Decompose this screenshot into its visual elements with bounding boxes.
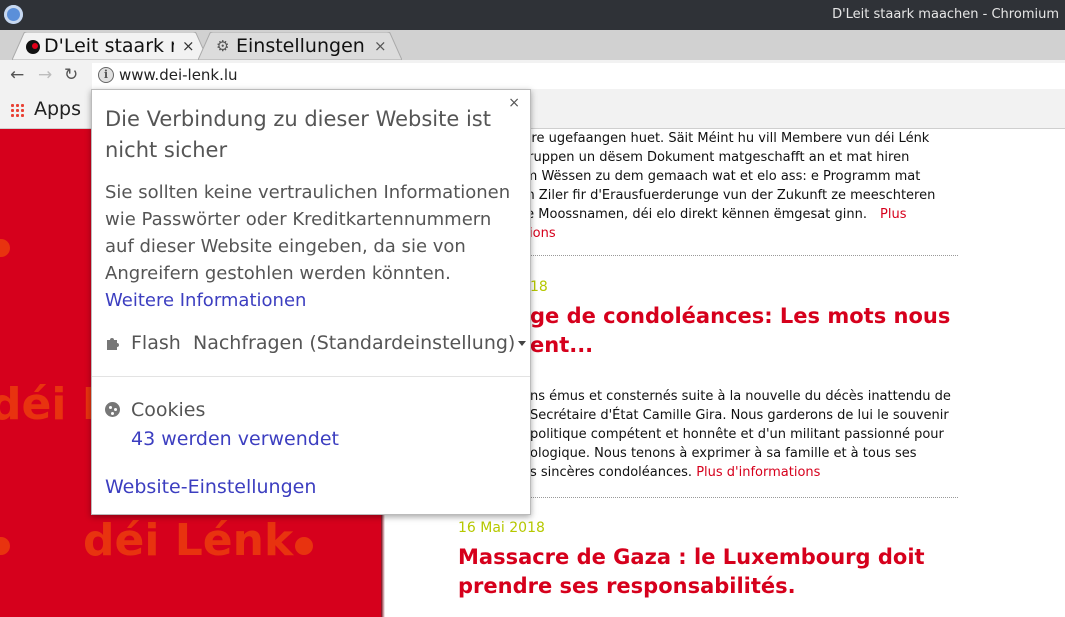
logo-dot-icon	[0, 537, 10, 555]
apps-bookmark[interactable]: Apps	[34, 98, 81, 120]
article-headline[interactable]: ge de condoléances: Les mots nous ent...	[530, 302, 950, 360]
tab-einstellungen[interactable]: ⚙ Einstellungen ×	[198, 32, 402, 60]
url-text[interactable]: www.dei-lenk.lu	[119, 66, 238, 84]
article-headline[interactable]: Massacre de Gaza : le Luxembourg doit pr…	[458, 543, 925, 601]
flash-permission-select[interactable]: Nachfragen (Standardeinstellung)	[193, 332, 527, 354]
forward-button[interactable]: →	[38, 65, 52, 85]
chromium-logo-icon	[4, 5, 23, 24]
headline-line[interactable]: ent...	[530, 331, 950, 360]
cookies-row: Cookies 43 werden verwendet	[105, 398, 520, 454]
tab-dei-lenk[interactable]: D'Leit staark maachen ×	[12, 32, 208, 60]
address-bar[interactable]: i www.dei-lenk.lu	[92, 63, 1065, 89]
tab-label: D'Leit staark maachen	[44, 35, 174, 57]
site-settings-link[interactable]: Website-Einstellungen	[105, 476, 316, 498]
text-line: ns émus et consternés suite à la nouvell…	[530, 389, 951, 404]
warning-text: Sie sollten keine vertraulichen Informat…	[105, 182, 511, 284]
more-link[interactable]: Plus d'informations	[696, 465, 820, 480]
headline-line[interactable]: ge de condoléances: Les mots nous	[530, 302, 950, 331]
article-date: 16 Mai 2018	[458, 520, 545, 536]
tab-close-icon[interactable]: ×	[374, 37, 387, 55]
popup-description: Sie sollten keine vertraulichen Informat…	[105, 179, 520, 314]
logo-dot-icon	[0, 239, 10, 257]
apps-grid-icon[interactable]	[10, 103, 24, 117]
more-info-link[interactable]: Weitere Informationen	[105, 290, 306, 311]
tab-close-icon[interactable]: ×	[182, 37, 195, 55]
headline-line[interactable]: prendre ses responsabilités.	[458, 572, 925, 601]
browser-toolbar: ← → ↻ i www.dei-lenk.lu	[0, 60, 1065, 92]
reload-button[interactable]: ↻	[64, 65, 78, 85]
tab-strip: D'Leit staark maachen × ⚙ Einstellungen …	[0, 30, 1065, 83]
site-info-popup: × Die Verbindung zu dieser Website ist n…	[91, 89, 531, 515]
dei-lenk-favicon-icon	[26, 40, 40, 54]
article-date: 18	[530, 279, 548, 295]
tab-label: Einstellungen	[236, 35, 365, 57]
text-line: ologique. Nous tenons à exprimer à sa fa…	[530, 446, 917, 461]
cookies-count-link[interactable]: 43 werden verwendet	[131, 428, 339, 450]
popup-title: Die Verbindung zu dieser Website ist nic…	[105, 107, 491, 162]
text-line: politique compétent et honnête et d'un m…	[530, 427, 944, 442]
flash-permission-row: Flash Nachfragen (Standardeinstellung)	[105, 331, 527, 359]
headline-line[interactable]: Massacre de Gaza : le Luxembourg doit	[458, 543, 925, 572]
more-link[interactable]: Plus	[880, 205, 906, 224]
window-title: D'Leit staark maachen - Chromium	[832, 7, 1059, 22]
text-line: Secrétaire d'État Camille Gira. Nous gar…	[530, 408, 949, 423]
cookies-label: Cookies	[131, 399, 206, 421]
site-info-icon[interactable]: i	[98, 67, 114, 83]
logo-dot-icon	[295, 537, 313, 555]
divider	[458, 255, 958, 256]
watermark-text: déi Lénk	[83, 515, 294, 566]
gear-icon: ⚙	[216, 37, 230, 55]
separator	[92, 376, 530, 377]
text-line: s sincères condoléances.	[530, 465, 693, 480]
puzzle-piece-icon	[107, 338, 119, 350]
divider	[458, 497, 958, 498]
flash-label: Flash	[131, 332, 181, 354]
flash-select-value[interactable]: Nachfragen (Standardeinstellung)	[193, 332, 515, 354]
article-text: ns émus et consternés suite à la nouvell…	[530, 387, 960, 482]
dropdown-caret-icon[interactable]	[518, 341, 527, 346]
window-titlebar: D'Leit staark maachen - Chromium	[0, 0, 1065, 30]
cookie-icon	[105, 402, 120, 417]
back-button[interactable]: ←	[10, 65, 24, 85]
